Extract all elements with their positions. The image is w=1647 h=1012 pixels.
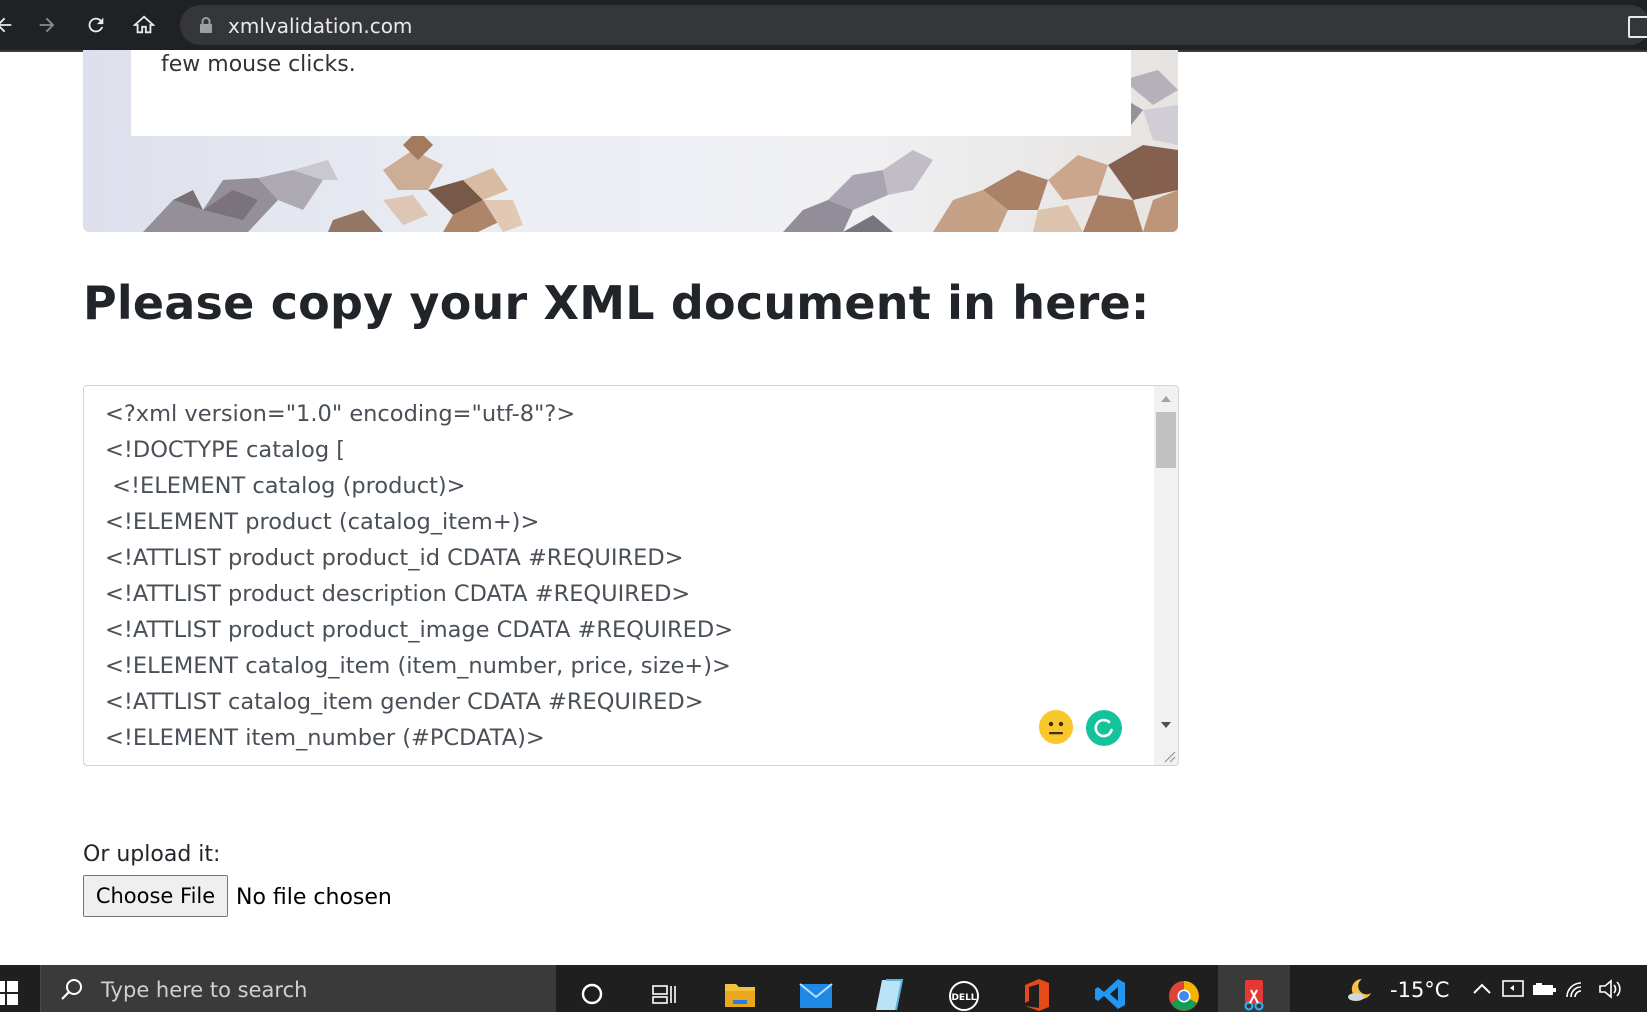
- xml-line: <?xml version="1.0" encoding="utf-8"?>: [105, 401, 576, 427]
- svg-text:DELL: DELL: [951, 993, 976, 1003]
- grammarly-icon[interactable]: [1086, 710, 1122, 746]
- scroll-thumb[interactable]: [1156, 412, 1176, 468]
- office-icon[interactable]: [1000, 965, 1072, 1012]
- xml-line: <!ATTLIST product description CDATA #REQ…: [105, 581, 691, 607]
- extension-icon[interactable]: [1628, 16, 1647, 38]
- page-title: Please copy your XML document in here:: [83, 276, 1150, 330]
- search-icon: [61, 979, 82, 1000]
- neutral-face-icon[interactable]: [1039, 710, 1073, 744]
- xml-line: <!ELEMENT catalog_item (item_number, pri…: [105, 653, 731, 679]
- hero-card: few mouse clicks.: [131, 50, 1131, 136]
- chevron-up-icon[interactable]: [1468, 975, 1496, 1003]
- xml-line: <!ATTLIST catalog_item gender CDATA #REQ…: [105, 689, 704, 715]
- weather-moon-icon[interactable]: [1346, 975, 1374, 1003]
- vscode-icon[interactable]: [1074, 965, 1146, 1012]
- mail-icon[interactable]: [780, 965, 852, 1012]
- resize-grip-icon[interactable]: [1162, 749, 1176, 763]
- home-icon[interactable]: [128, 9, 160, 41]
- xml-line: <!ELEMENT product (catalog_item+)>: [105, 509, 540, 535]
- xml-line: <!ATTLIST product product_id CDATA #REQU…: [105, 545, 684, 571]
- taskbar-search-box[interactable]: Type here to search: [40, 965, 556, 1012]
- file-status-text: No file chosen: [236, 885, 392, 910]
- display-icon[interactable]: [1500, 975, 1528, 1003]
- back-icon[interactable]: [0, 9, 20, 41]
- address-bar[interactable]: xmlvalidation.com: [180, 5, 1647, 45]
- file-explorer-icon[interactable]: [704, 965, 776, 1012]
- forward-icon[interactable]: [31, 9, 63, 41]
- xml-content: <?xml version="1.0" encoding="utf-8"?> <!…: [105, 396, 733, 756]
- chrome-icon[interactable]: [1148, 965, 1220, 1012]
- xml-line: <!DOCTYPE catalog [: [105, 437, 346, 463]
- windows-taskbar: Type here to search DELL -15°C: [0, 965, 1647, 1012]
- hero-banner: few mouse clicks.: [83, 50, 1178, 232]
- battery-icon[interactable]: [1530, 975, 1558, 1003]
- url-text: xmlvalidation.com: [228, 14, 413, 38]
- reload-icon[interactable]: [80, 9, 112, 41]
- snip-icon[interactable]: [1218, 965, 1290, 1012]
- scroll-down-arrow-icon[interactable]: [1161, 722, 1171, 728]
- upload-label: Or upload it:: [83, 842, 221, 867]
- xml-line: <!ELEMENT catalog (product)>: [105, 473, 466, 499]
- cortana-icon[interactable]: [556, 965, 628, 1012]
- start-button[interactable]: [0, 965, 40, 1012]
- textarea-scrollbar[interactable]: [1154, 386, 1178, 765]
- notepad-icon[interactable]: [854, 965, 926, 1012]
- xml-line: <!ATTLIST product product_image CDATA #R…: [105, 617, 734, 643]
- hero-text: few mouse clicks.: [161, 52, 356, 77]
- lock-icon: [200, 17, 212, 33]
- windows-logo-icon: [0, 981, 18, 1005]
- xml-input-textarea[interactable]: <?xml version="1.0" encoding="utf-8"?> <!…: [83, 385, 1179, 766]
- browser-toolbar: xmlvalidation.com: [0, 0, 1647, 52]
- search-placeholder: Type here to search: [101, 978, 308, 1002]
- weather-temperature[interactable]: -15°C: [1390, 978, 1449, 1002]
- volume-icon[interactable]: [1596, 975, 1624, 1003]
- xml-line: <!ELEMENT item_number (#PCDATA)>: [105, 725, 545, 751]
- task-view-icon[interactable]: [628, 965, 700, 1012]
- choose-file-button[interactable]: Choose File: [83, 875, 228, 917]
- dell-icon[interactable]: DELL: [928, 965, 1000, 1012]
- scroll-up-arrow-icon[interactable]: [1161, 396, 1171, 402]
- wifi-icon[interactable]: [1563, 975, 1591, 1003]
